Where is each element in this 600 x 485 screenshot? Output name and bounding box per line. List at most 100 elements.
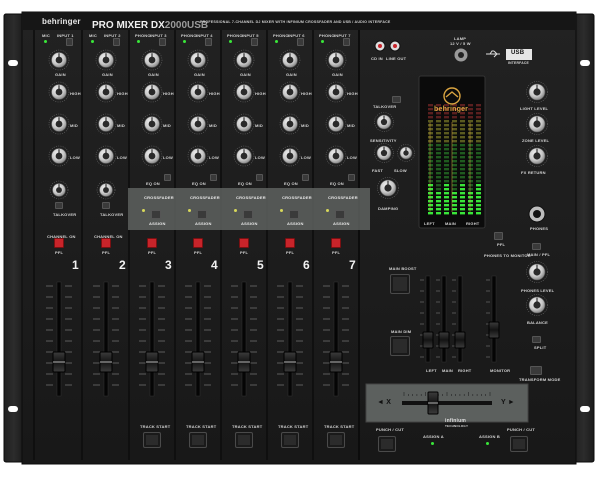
- talkover-label-1: TALKOVER: [53, 212, 77, 217]
- track-start-button-7[interactable]: [327, 432, 345, 448]
- eq-on-button-4[interactable]: [210, 174, 217, 181]
- meter-segment: [444, 168, 449, 171]
- meter-segment: [436, 152, 441, 155]
- talkover-button[interactable]: [392, 96, 401, 103]
- meter-segment: [436, 180, 441, 183]
- input-switch-2[interactable]: [113, 38, 120, 46]
- meter-segment: [444, 152, 449, 155]
- master-fader-left[interactable]: [422, 331, 434, 349]
- assign-label-7: ASSIGN: [333, 221, 350, 226]
- track-start-button-5[interactable]: [235, 432, 253, 448]
- meter-segment: [436, 160, 441, 163]
- meter-segment: [436, 144, 441, 147]
- talkover-switch-1[interactable]: [55, 202, 63, 209]
- meter-segment: [444, 176, 449, 179]
- meter-segment: [444, 140, 449, 143]
- pfl-button-7[interactable]: [331, 238, 341, 248]
- pfl-master-button[interactable]: [494, 232, 503, 240]
- meter-segment: [468, 164, 473, 167]
- master-fader-slot-main: [441, 275, 447, 363]
- eq-on-button-3[interactable]: [164, 174, 171, 181]
- meter-segment: [476, 144, 481, 147]
- input-switch-1[interactable]: [66, 38, 73, 46]
- master-fader-right[interactable]: [454, 331, 466, 349]
- assign-switch-3[interactable]: [151, 210, 161, 219]
- meter-segment: [452, 184, 457, 187]
- meter-segment: [428, 200, 433, 203]
- balance-label: BALANCE: [527, 320, 548, 325]
- eq-mid-label-1: MID: [70, 123, 78, 128]
- pfl-label-7: PFL: [332, 250, 341, 255]
- pfl-button-1[interactable]: [54, 238, 64, 248]
- meter-segment: [460, 124, 465, 127]
- track-start-label-6: TRACK START: [278, 424, 309, 429]
- master-fader-main[interactable]: [438, 331, 450, 349]
- track-start-button-3[interactable]: [143, 432, 161, 448]
- meter-segment: [428, 208, 433, 211]
- gain-knob-5-center: [240, 56, 248, 64]
- meter-segment: [428, 152, 433, 155]
- input-led-2: [91, 40, 94, 43]
- track-start-button-6[interactable]: [281, 432, 299, 448]
- line-out-jack-core: [393, 44, 397, 48]
- line-out-label: LINE OUT: [386, 56, 407, 61]
- eq-low-knob-6-center: [286, 152, 294, 160]
- channel-number-7: 7: [349, 258, 356, 272]
- meter-segment: [444, 160, 449, 163]
- meter-segment: [436, 136, 441, 139]
- talkover-switch-2[interactable]: [102, 202, 110, 209]
- master-fader-monitor[interactable]: [488, 321, 500, 339]
- input-switch-6[interactable]: [297, 38, 304, 46]
- meter-segment: [476, 204, 481, 207]
- pfl-button-3[interactable]: [147, 238, 157, 248]
- crossfader-label-4: CROSSFADER: [190, 195, 220, 200]
- meter-segment: [452, 208, 457, 211]
- input-switch-3[interactable]: [159, 38, 166, 46]
- talkover-knob-1[interactable]: [49, 180, 69, 200]
- eq-mid-label-7: MID: [347, 123, 355, 128]
- assign-switch-6[interactable]: [289, 210, 299, 219]
- pfl-button-4[interactable]: [193, 238, 203, 248]
- assign-switch-5[interactable]: [243, 210, 253, 219]
- main-boost-button[interactable]: [390, 274, 410, 294]
- meter-segment: [468, 204, 473, 207]
- punch-cut-button-b[interactable]: [510, 436, 528, 452]
- eq-on-button-7[interactable]: [348, 174, 355, 181]
- eq-high-knob-6-center: [286, 88, 294, 96]
- assign-switch-7[interactable]: [335, 210, 345, 219]
- rack-hole: [8, 60, 18, 66]
- fader-slot-5: [241, 281, 247, 397]
- meter-label-right: RIGHT: [466, 221, 480, 226]
- transform-mode-button[interactable]: [530, 366, 542, 375]
- meter-segment: [428, 188, 433, 191]
- talkover-knob-2[interactable]: [96, 180, 116, 200]
- meter-segment: [436, 168, 441, 171]
- eq-on-button-5[interactable]: [256, 174, 263, 181]
- channel-number-4: 4: [211, 258, 218, 272]
- input-switch-4[interactable]: [205, 38, 212, 46]
- meter-segment: [452, 132, 457, 135]
- pfl-button-6[interactable]: [285, 238, 295, 248]
- pfl-button-5[interactable]: [239, 238, 249, 248]
- meter-segment: [436, 148, 441, 151]
- main-dim-button[interactable]: [390, 336, 410, 356]
- eq-low-knob-7-center: [332, 152, 340, 160]
- input-switch-7[interactable]: [343, 38, 350, 46]
- input-switch-5[interactable]: [251, 38, 258, 46]
- assign-b-led: [486, 442, 489, 445]
- assign-switch-4[interactable]: [197, 210, 207, 219]
- split-button[interactable]: [532, 336, 541, 343]
- track-start-button-4[interactable]: [189, 432, 207, 448]
- eq-on-button-6[interactable]: [302, 174, 309, 181]
- eq-low-knob-2-center: [102, 152, 110, 160]
- pfl-button-2[interactable]: [101, 238, 111, 248]
- rack-hole: [580, 406, 590, 412]
- meter-segment: [428, 112, 433, 115]
- meter-segment: [436, 116, 441, 119]
- channel-number-6: 6: [303, 258, 310, 272]
- meter-segment: [444, 200, 449, 203]
- punch-cut-button-a[interactable]: [378, 436, 396, 452]
- rack-ear-right: [573, 13, 595, 463]
- meter-segment: [476, 172, 481, 175]
- main-pfl-switch[interactable]: [532, 243, 541, 250]
